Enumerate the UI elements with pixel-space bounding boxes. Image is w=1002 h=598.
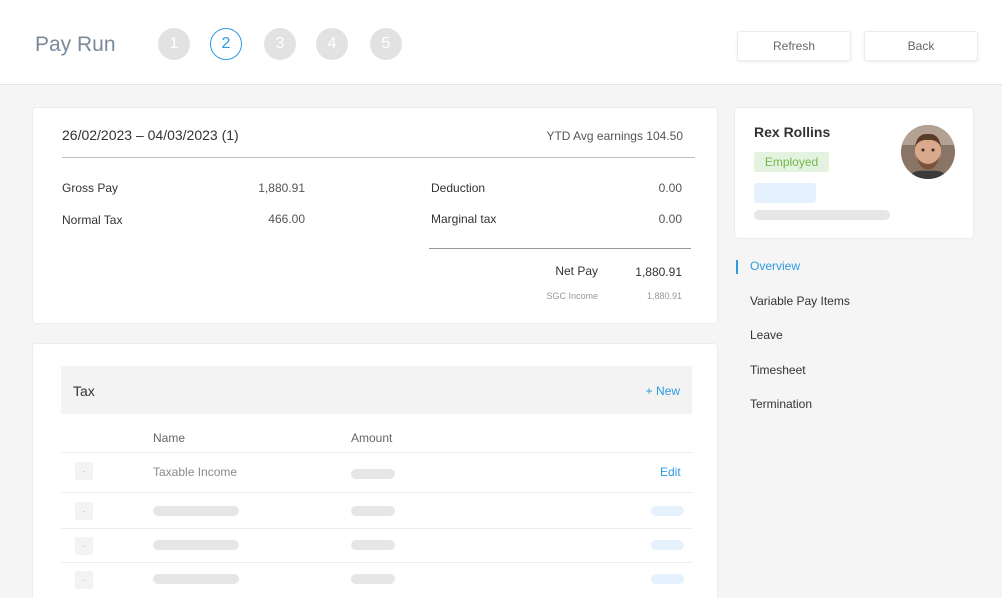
- nav-item-leave[interactable]: Leave: [750, 328, 783, 342]
- marginal-tax-label: Marginal tax: [431, 212, 497, 226]
- employee-avatar-photo: [901, 125, 955, 179]
- amount-skeleton: [351, 506, 395, 516]
- column-header-name: Name: [153, 431, 186, 445]
- refresh-button[interactable]: Refresh: [737, 31, 851, 61]
- net-pay-value: 1,880.91: [635, 265, 682, 279]
- deduction-label: Deduction: [431, 181, 486, 195]
- amount-skeleton: [351, 574, 395, 584]
- drag-handle-icon[interactable]: ·: [75, 502, 93, 520]
- sgc-income-label: SGC Income: [546, 291, 598, 301]
- tax-title: Tax: [73, 383, 95, 399]
- normal-tax-label: Normal Tax: [62, 213, 123, 227]
- info-skeleton: [754, 183, 816, 203]
- info-skeleton-line: [754, 210, 890, 220]
- step-4[interactable]: 4: [316, 28, 348, 60]
- nav-active-indicator: [736, 260, 738, 274]
- normal-tax-value: 466.00: [268, 212, 305, 226]
- drag-handle-icon[interactable]: ·: [75, 462, 93, 480]
- avatar: [901, 125, 955, 179]
- column-header-amount: Amount: [351, 431, 393, 445]
- employee-card: Rex Rollins Employed: [734, 107, 974, 239]
- pay-summary-card: 26/02/2023 – 04/03/2023 (1) YTD Avg earn…: [32, 107, 718, 324]
- name-skeleton: [153, 540, 239, 550]
- row-divider: [61, 562, 692, 563]
- deduction-value: 0.00: [658, 181, 682, 195]
- new-tax-button[interactable]: + New: [646, 384, 680, 398]
- page-header: Pay Run 1 2 3 4 5 Refresh Back: [0, 0, 1002, 85]
- tax-section-header: Tax + New: [61, 366, 692, 414]
- step-2[interactable]: 2: [210, 28, 242, 60]
- ytd-avg-earnings: YTD Avg earnings 104.50: [546, 129, 683, 143]
- step-1[interactable]: 1: [158, 28, 190, 60]
- employee-name: Rex Rollins: [754, 124, 831, 140]
- name-skeleton: [153, 574, 239, 584]
- step-5[interactable]: 5: [370, 28, 402, 60]
- nav-item-termination[interactable]: Termination: [750, 397, 812, 411]
- back-button[interactable]: Back: [864, 31, 978, 61]
- nav-item-overview[interactable]: Overview: [750, 259, 800, 273]
- action-skeleton: [651, 506, 684, 516]
- amount-skeleton: [351, 469, 395, 479]
- nav-item-timesheet[interactable]: Timesheet: [750, 363, 806, 377]
- name-skeleton: [153, 506, 239, 516]
- sgc-income-value: 1,880.91: [646, 291, 682, 301]
- marginal-tax-value: 0.00: [658, 212, 682, 226]
- action-skeleton: [651, 574, 684, 584]
- step-3[interactable]: 3: [264, 28, 296, 60]
- pay-period: 26/02/2023 – 04/03/2023 (1): [62, 127, 239, 143]
- tax-card: Tax + New Name Amount · Taxable Income E…: [32, 343, 718, 598]
- drag-handle-icon[interactable]: ·: [75, 571, 93, 589]
- gross-pay-value: 1,880.91: [258, 181, 305, 195]
- summary-divider: [62, 157, 695, 158]
- row-divider: [61, 452, 692, 453]
- tax-row-name: Taxable Income: [153, 465, 238, 479]
- status-badge: Employed: [754, 152, 829, 172]
- gross-pay-label: Gross Pay: [62, 181, 119, 195]
- edit-tax-row-button[interactable]: Edit: [660, 465, 681, 479]
- action-skeleton: [651, 540, 684, 550]
- nav-item-variable-pay-items[interactable]: Variable Pay Items: [750, 294, 850, 308]
- row-divider: [61, 492, 692, 493]
- drag-handle-icon[interactable]: ·: [75, 537, 93, 555]
- net-pay-divider: [429, 248, 691, 249]
- row-divider: [61, 528, 692, 529]
- page-title: Pay Run: [35, 33, 116, 56]
- net-pay-label: Net Pay: [555, 264, 598, 278]
- amount-skeleton: [351, 540, 395, 550]
